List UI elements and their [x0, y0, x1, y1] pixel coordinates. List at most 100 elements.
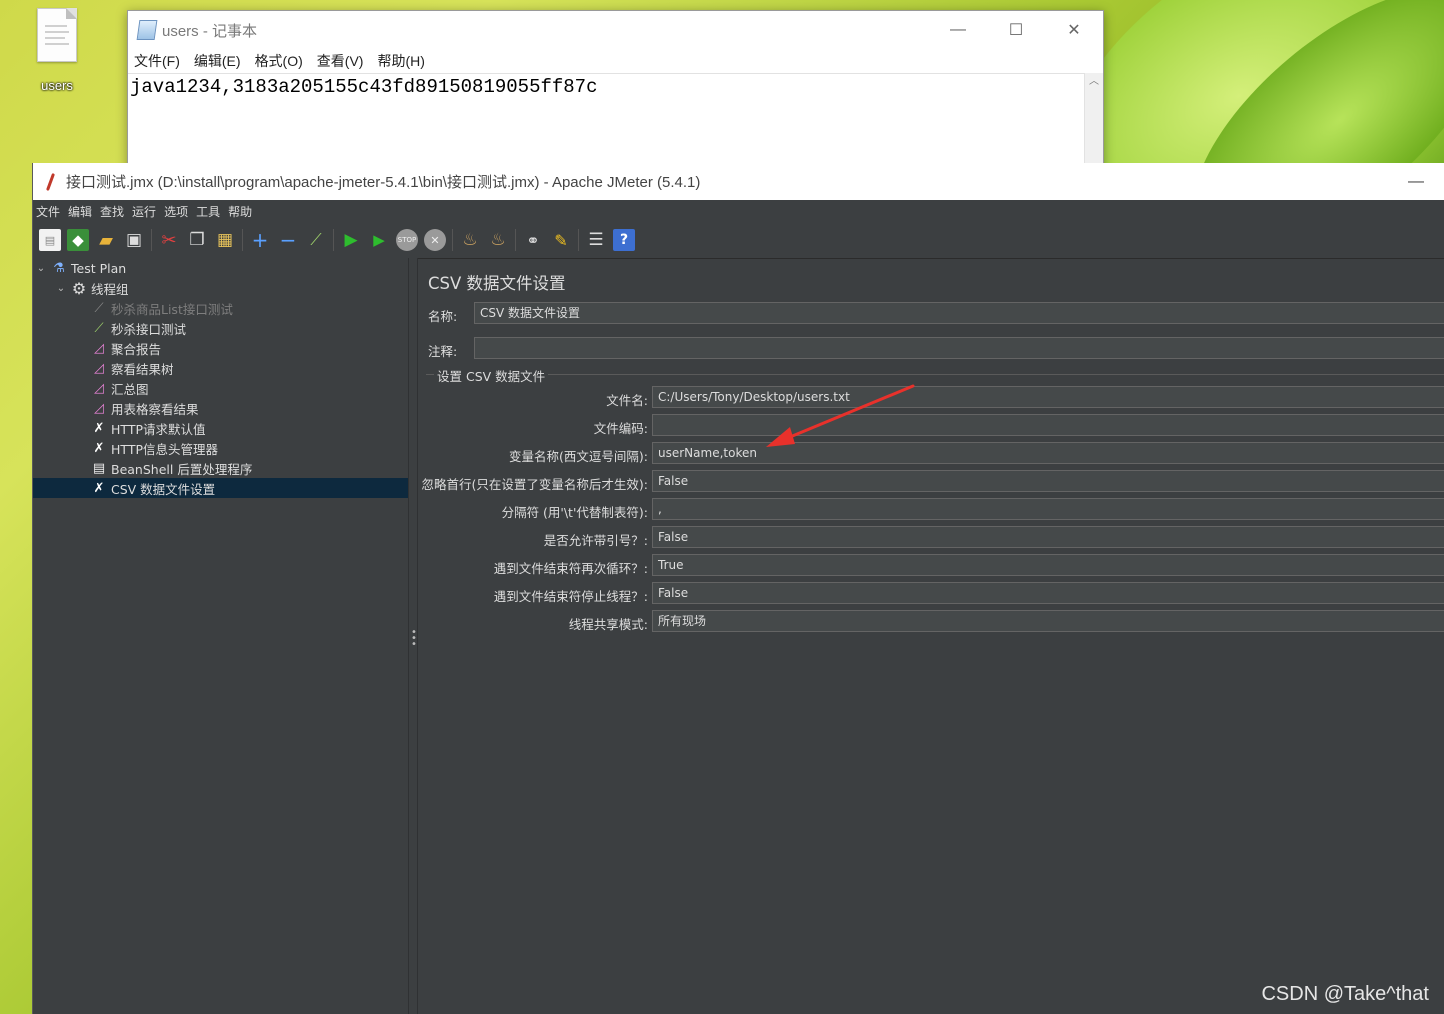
menu-file[interactable]: 文件(F) — [134, 51, 180, 71]
test-plan-icon: ⚗ — [53, 260, 65, 276]
allow-quoted-label: 是否允许带引号？: — [543, 533, 648, 548]
menu-search[interactable]: 查找 — [100, 203, 124, 220]
test-plan-tree[interactable]: ⌄ ⚗ Test Plan ⌄ ⚙ 线程组 ⟋ 秒杀商品List接口测试 ⟋ 秒… — [33, 258, 408, 1014]
filename-label: 文件名: — [606, 393, 648, 408]
jmeter-titlebar[interactable]: 接口测试.jmx (D:\install\program\apache-jmet… — [33, 163, 1444, 200]
clear-icon[interactable]: ♨ — [459, 229, 481, 251]
stop-icon[interactable]: STOP — [396, 229, 418, 251]
file-encoding-input[interactable] — [652, 414, 1444, 436]
desktop-icon-users[interactable]: users — [28, 8, 86, 93]
menu-help[interactable]: 帮助 — [228, 203, 252, 220]
ignore-first-line-label: 忽略首行(只在设置了变量名称后才生效): — [421, 477, 648, 492]
menu-format[interactable]: 格式(O) — [255, 51, 303, 71]
jmeter-menubar: 文件 编辑 查找 运行 选项 工具 帮助 — [33, 200, 1444, 222]
menu-help[interactable]: 帮助(H) — [377, 51, 424, 71]
chart-icon: ◿ — [94, 380, 104, 396]
jmeter-title: 接口测试.jmx (D:\install\program\apache-jmet… — [66, 174, 701, 191]
new-icon[interactable]: ▤ — [39, 229, 61, 251]
file-encoding-label: 文件编码: — [593, 421, 648, 436]
chevron-down-icon[interactable]: ⌄ — [35, 263, 47, 274]
stop-thread-eof-select[interactable]: False — [652, 582, 1444, 604]
maximize-icon[interactable]: ☐ — [987, 11, 1045, 49]
recycle-eof-select[interactable]: True — [652, 554, 1444, 576]
csv-config-panel: CSV 数据文件设置 名称: CSV 数据文件设置 注释: 设置 CSV 数据文… — [418, 258, 1444, 1014]
allow-quoted-select[interactable]: False — [652, 526, 1444, 548]
copy-icon[interactable]: ❐ — [186, 229, 208, 251]
comment-label: 注释: — [428, 344, 458, 359]
notepad-window[interactable]: users - 记事本 — ☐ ✕ 文件(F) 编辑(E) 格式(O) 查看(V… — [127, 10, 1104, 172]
chevron-down-icon[interactable]: ⌄ — [55, 283, 67, 294]
menu-edit[interactable]: 编辑(E) — [194, 51, 241, 71]
clear-all-icon[interactable]: ♨ — [487, 229, 509, 251]
tree-node-postprocessor[interactable]: ▤ BeanShell 后置处理程序 — [33, 458, 408, 478]
watermark: CSDN @Take^that — [1261, 983, 1429, 1005]
menu-edit[interactable]: 编辑 — [68, 203, 92, 220]
reset-search-icon[interactable]: ✎ — [550, 229, 572, 251]
filename-input[interactable]: C:/Users/Tony/Desktop/users.txt — [652, 386, 1444, 408]
gear-icon: ⚙ — [71, 278, 87, 298]
recycle-eof-label: 遇到文件结束符再次循环？: — [493, 561, 648, 576]
desktop-icon-label: users — [41, 78, 73, 93]
wrench-icon: ✗ — [93, 440, 105, 456]
drag-handle-icon[interactable]: • • • — [411, 628, 417, 650]
jmeter-window[interactable]: 接口测试.jmx (D:\install\program\apache-jmet… — [32, 163, 1444, 1014]
sharing-mode-select[interactable]: 所有现场 — [652, 610, 1444, 632]
menu-file[interactable]: 文件 — [36, 203, 60, 220]
pipette-icon: ⟋ — [94, 300, 104, 316]
script-icon: ▤ — [92, 460, 106, 476]
sharing-mode-label: 线程共享模式: — [568, 617, 648, 632]
menu-view[interactable]: 查看(V) — [317, 51, 364, 71]
tree-node-config[interactable]: ✗ HTTP请求默认值 — [33, 418, 408, 438]
shutdown-icon[interactable]: ✕ — [424, 229, 446, 251]
save-icon[interactable]: ▣ — [123, 229, 145, 251]
ignore-first-line-select[interactable]: False — [652, 470, 1444, 492]
help-icon[interactable]: ? — [613, 229, 635, 251]
cut-icon[interactable]: ✂ — [158, 229, 180, 251]
function-helper-icon[interactable]: ☰ — [585, 229, 607, 251]
name-input[interactable]: CSV 数据文件设置 — [474, 302, 1444, 324]
pipette-icon: ⟋ — [94, 320, 104, 336]
start-icon[interactable]: ▶ — [340, 229, 362, 251]
notepad-scrollbar[interactable]: ︿ — [1084, 73, 1103, 171]
expand-icon[interactable]: + — [249, 228, 271, 252]
tree-node-csv-config[interactable]: ✗ CSV 数据文件设置 — [33, 478, 408, 498]
collapse-icon[interactable]: − — [277, 228, 299, 252]
menu-tools[interactable]: 工具 — [196, 203, 220, 220]
tree-node-listener[interactable]: ◿ 聚合报告 — [33, 338, 408, 358]
start-no-pause-icon[interactable]: ▶ — [368, 229, 390, 251]
minimize-icon[interactable]: — — [929, 11, 987, 49]
variable-names-input[interactable]: userName,token — [652, 442, 1444, 464]
tree-node-config[interactable]: ✗ HTTP信息头管理器 — [33, 438, 408, 458]
notepad-text-area[interactable]: java1234,3183a205155c43fd89150819055ff87… — [128, 73, 1085, 171]
close-icon[interactable]: ✕ — [1045, 11, 1103, 49]
paste-icon[interactable]: ▦ — [214, 229, 236, 251]
jmeter-body: ⌄ ⚗ Test Plan ⌄ ⚙ 线程组 ⟋ 秒杀商品List接口测试 ⟋ 秒… — [33, 258, 1444, 1014]
menu-run[interactable]: 运行 — [132, 203, 156, 220]
comment-input[interactable] — [474, 337, 1444, 359]
open-icon[interactable]: ▰ — [95, 229, 117, 251]
scroll-up-icon[interactable]: ︿ — [1085, 73, 1103, 91]
variable-names-label: 变量名称(西文逗号间隔): — [509, 449, 648, 464]
panel-title: CSV 数据文件设置 — [428, 274, 566, 293]
templates-icon[interactable]: ◆ — [67, 229, 89, 251]
wrench-icon: ✗ — [93, 420, 105, 436]
tree-node-test-plan[interactable]: ⌄ ⚗ Test Plan — [33, 258, 408, 278]
group-title: 设置 CSV 数据文件 — [434, 366, 549, 385]
group-divider — [426, 374, 1444, 375]
toggle-icon[interactable]: ⟋ — [305, 229, 327, 251]
tree-node-listener[interactable]: ◿ 用表格察看结果 — [33, 398, 408, 418]
delimiter-input[interactable]: , — [652, 498, 1444, 520]
tree-node-sampler-disabled[interactable]: ⟋ 秒杀商品List接口测试 — [33, 298, 408, 318]
split-pane-divider[interactable]: • • • — [408, 258, 418, 1014]
wrench-icon: ✗ — [93, 480, 105, 496]
minimize-icon[interactable]: — — [1387, 173, 1444, 191]
search-icon[interactable]: ⚭ — [522, 229, 544, 251]
tree-node-thread-group[interactable]: ⌄ ⚙ 线程组 — [33, 278, 408, 298]
notepad-icon — [136, 20, 158, 40]
tree-node-listener[interactable]: ◿ 察看结果树 — [33, 358, 408, 378]
notepad-titlebar[interactable]: users - 记事本 — ☐ ✕ — [128, 11, 1103, 49]
name-label: 名称: — [428, 309, 458, 324]
tree-node-sampler[interactable]: ⟋ 秒杀接口测试 — [33, 318, 408, 338]
menu-options[interactable]: 选项 — [164, 203, 188, 220]
tree-node-listener[interactable]: ◿ 汇总图 — [33, 378, 408, 398]
